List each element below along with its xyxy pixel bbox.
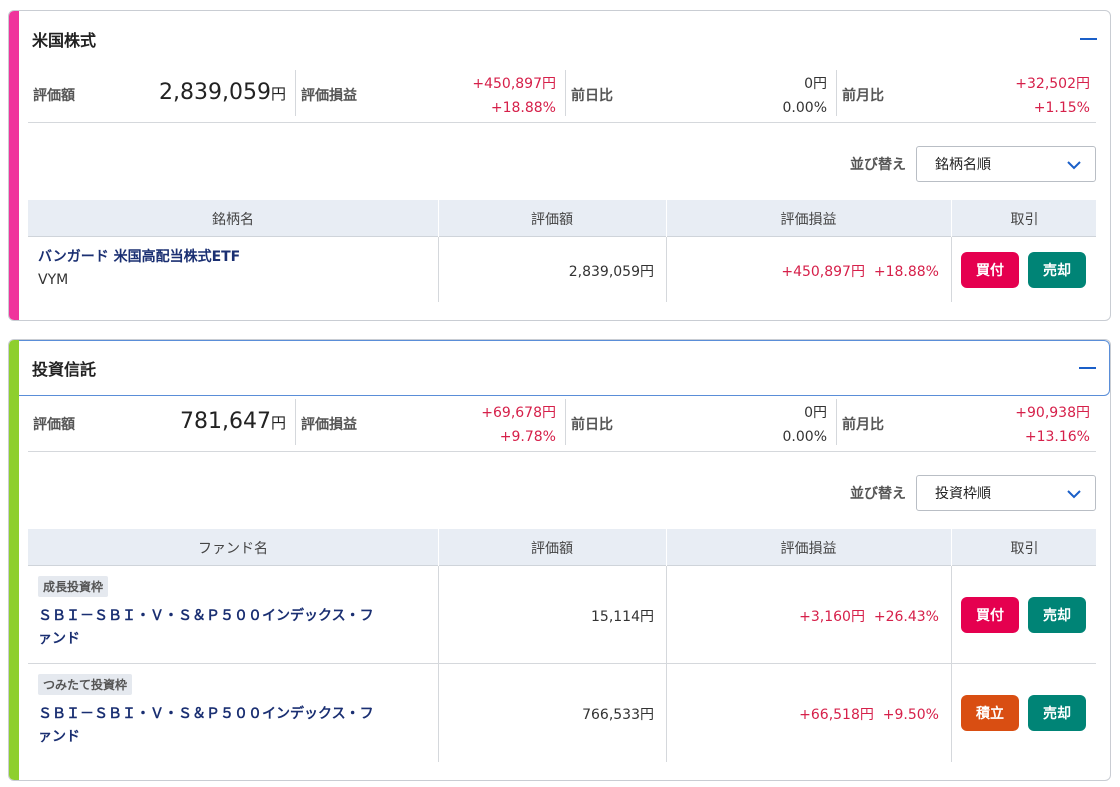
- header-name: 銘柄名: [212, 211, 254, 228]
- valuation-label: 評価額: [33, 417, 75, 433]
- sort-label: 並び替え: [850, 486, 906, 502]
- chevron-down-icon: [1067, 490, 1081, 499]
- header-pl: 評価損益: [780, 540, 837, 557]
- fund-pl: +66,518円 +9.50%: [799, 707, 939, 723]
- valuation-total: 2,839,059円: [159, 80, 286, 105]
- tsumitate-button[interactable]: 積立: [961, 695, 1019, 731]
- pl-summary: 評価損益 +69,678円 +9.78%: [296, 399, 565, 447]
- valuation-total: 781,647円: [180, 409, 286, 434]
- sell-button[interactable]: 売却: [1028, 695, 1086, 731]
- pl-values: +450,897円 +18.88%: [472, 76, 556, 116]
- month-change-summary: 前月比 +90,938円 +13.16%: [837, 399, 1099, 447]
- sell-button[interactable]: 売却: [1028, 251, 1086, 288]
- fund-name: 成長投資枠 ＳＢＩ－ＳＢＩ・Ｖ・Ｓ＆Ｐ５００インデックス・フ ァンド: [38, 576, 374, 651]
- investment-trust-header[interactable]: 投資信託: [19, 340, 1110, 396]
- day-change-summary: 前日比 0円 0.00%: [566, 399, 836, 447]
- sort-selected-value: 投資枠順: [935, 486, 991, 502]
- pl-values: +69,678円 +9.78%: [481, 405, 556, 445]
- pl-label: 評価損益: [301, 88, 357, 104]
- us-summary: 評価額 2,839,059円 評価損益 +450,897円 +18.88% 前日比…: [28, 67, 1096, 123]
- header-trade: 取引: [1010, 211, 1039, 228]
- fund-valuation: 15,114円: [591, 609, 654, 625]
- valuation-summary: 評価額 781,647円: [28, 399, 295, 447]
- chevron-down-icon: [1067, 161, 1081, 170]
- day-change-label: 前日比: [571, 417, 613, 433]
- month-change-label: 前月比: [842, 88, 884, 104]
- holding-pl: +450,897円 +18.88%: [781, 264, 939, 280]
- fund-pl: +3,160円 +26.43%: [799, 609, 939, 625]
- day-change-label: 前日比: [571, 88, 613, 104]
- sort-row: 並び替え 投資枠順: [850, 475, 1096, 511]
- sort-select[interactable]: 銘柄名順: [916, 146, 1096, 182]
- collapse-icon[interactable]: [1078, 29, 1098, 49]
- account-type-badge: 成長投資枠: [38, 576, 109, 597]
- day-change-values: 0円 0.00%: [782, 76, 827, 116]
- fund-name: つみたて投資枠 ＳＢＩ－ＳＢＩ・Ｖ・Ｓ＆Ｐ５００インデックス・フ ァンド: [38, 674, 374, 749]
- month-change-summary: 前月比 +32,502円 +1.15%: [837, 70, 1099, 118]
- investment-trust-section: 投資信託 評価額 781,647円 評価損益 +69,678円 +9.78% 前日…: [8, 339, 1111, 781]
- section-accent-bar: [9, 11, 19, 320]
- day-change-values: 0円 0.00%: [782, 405, 827, 445]
- pl-summary: 評価損益 +450,897円 +18.88%: [296, 70, 565, 118]
- header-pl: 評価損益: [780, 211, 837, 228]
- holding-name-link[interactable]: バンガード 米国高配当株式ETF: [38, 246, 240, 269]
- table-row: バンガード 米国高配当株式ETF VYM 2,839,059円 +450,897…: [28, 237, 1096, 302]
- holding-name: バンガード 米国高配当株式ETF VYM: [38, 246, 240, 292]
- fund-valuation: 766,533円: [582, 707, 654, 723]
- section-title: 投資信託: [32, 360, 97, 379]
- header-fund-name: ファンド名: [198, 540, 268, 557]
- header-trade: 取引: [1010, 540, 1039, 557]
- header-valuation: 評価額: [531, 540, 573, 557]
- pl-label: 評価損益: [301, 417, 357, 433]
- valuation-summary: 評価額 2,839,059円: [28, 70, 295, 118]
- table-header: ファンド名 評価額 評価損益 取引: [28, 529, 1096, 566]
- collapse-icon[interactable]: [1077, 358, 1097, 378]
- account-type-badge: つみたて投資枠: [38, 674, 133, 695]
- sort-label: 並び替え: [850, 157, 906, 173]
- sort-selected-value: 銘柄名順: [935, 157, 991, 173]
- holding-valuation: 2,839,059円: [568, 264, 654, 280]
- holding-ticker: VYM: [38, 272, 69, 288]
- us-stocks-section: 米国株式 評価額 2,839,059円 評価損益 +450,897円 +18.88…: [8, 10, 1111, 321]
- section-title: 米国株式: [32, 31, 97, 50]
- buy-button[interactable]: 買付: [961, 251, 1019, 288]
- month-change-values: +90,938円 +13.16%: [1015, 405, 1090, 445]
- valuation-label: 評価額: [33, 88, 75, 104]
- sort-row: 並び替え 銘柄名順: [850, 146, 1096, 182]
- sell-button[interactable]: 売却: [1028, 596, 1086, 633]
- table-row: 成長投資枠 ＳＢＩ－ＳＢＩ・Ｖ・Ｓ＆Ｐ５００インデックス・フ ァンド 15,114…: [28, 566, 1096, 664]
- header-valuation: 評価額: [531, 211, 573, 228]
- month-change-values: +32,502円 +1.15%: [1015, 76, 1090, 116]
- buy-button[interactable]: 買付: [961, 596, 1019, 633]
- table-row: つみたて投資枠 ＳＢＩ－ＳＢＩ・Ｖ・Ｓ＆Ｐ５００インデックス・フ ァンド 766,…: [28, 664, 1096, 762]
- funds-table: ファンド名 評価額 評価損益 取引 成長投資枠 ＳＢＩ－ＳＢＩ・Ｖ・Ｓ＆Ｐ５００…: [28, 529, 1096, 762]
- fund-summary: 評価額 781,647円 評価損益 +69,678円 +9.78% 前日比 0円 0…: [28, 396, 1096, 452]
- fund-name-link[interactable]: ＳＢＩ－ＳＢＩ・Ｖ・Ｓ＆Ｐ５００インデックス・フ ァンド: [38, 605, 374, 651]
- holdings-table: 銘柄名 評価額 評価損益 取引 バンガード 米国高配当株式ETF VYM 2,8…: [28, 200, 1096, 302]
- fund-name-link[interactable]: ＳＢＩ－ＳＢＩ・Ｖ・Ｓ＆Ｐ５００インデックス・フ ァンド: [38, 703, 374, 749]
- day-change-summary: 前日比 0円 0.00%: [566, 70, 836, 118]
- us-stocks-header[interactable]: 米国株式: [19, 11, 1110, 67]
- sort-select[interactable]: 投資枠順: [916, 475, 1096, 511]
- month-change-label: 前月比: [842, 417, 884, 433]
- section-accent-bar: [9, 340, 19, 780]
- table-header: 銘柄名 評価額 評価損益 取引: [28, 200, 1096, 237]
